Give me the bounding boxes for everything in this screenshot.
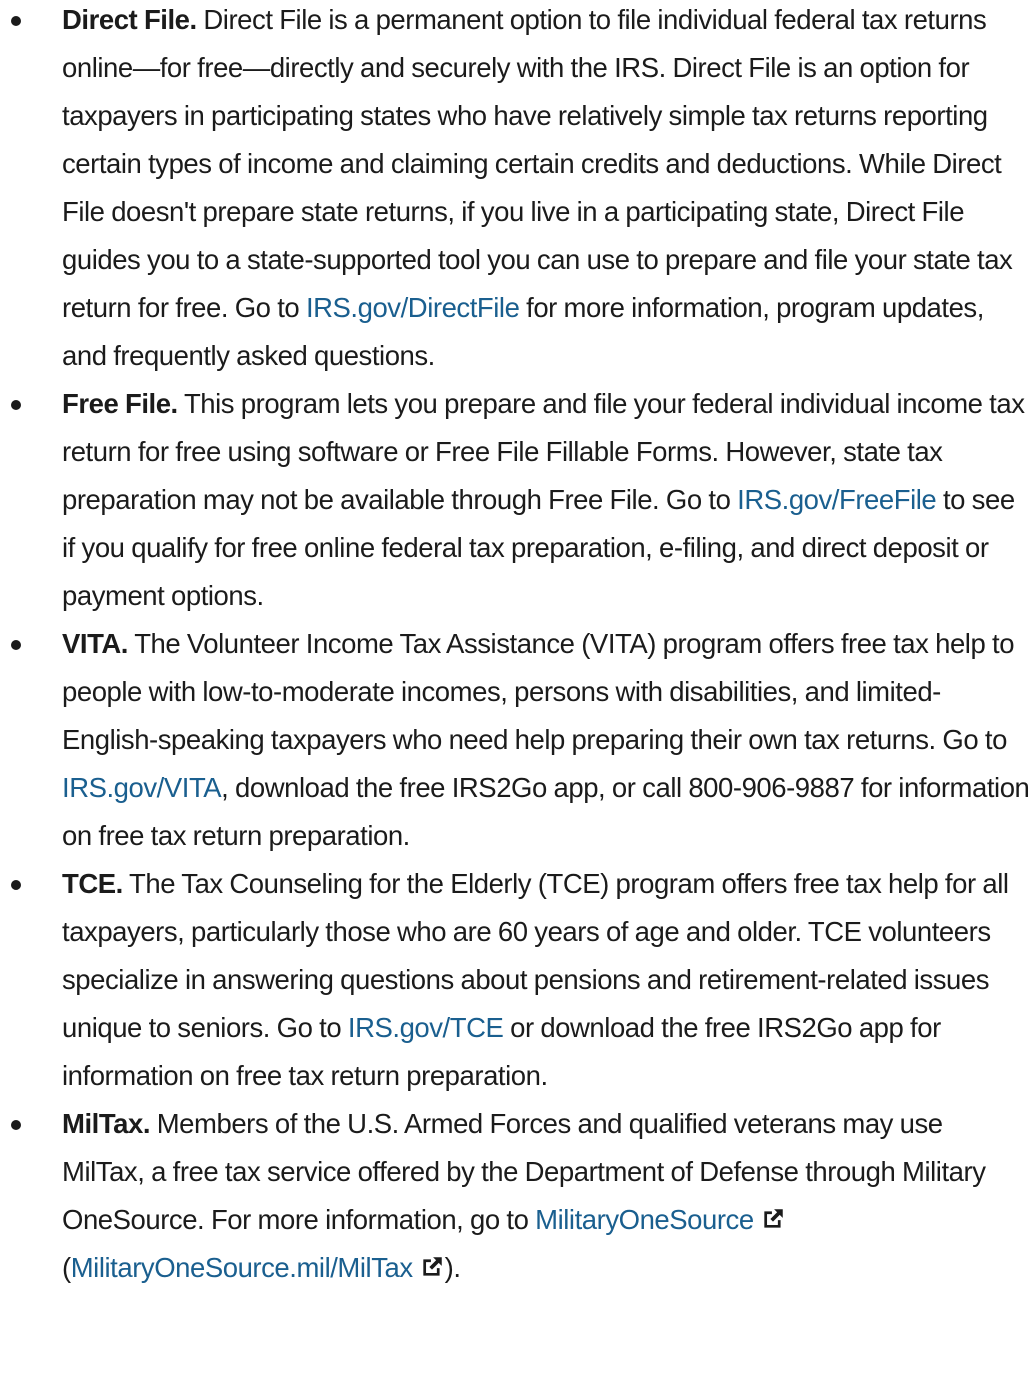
- link-irs-tce[interactable]: IRS.gov/TCE: [348, 1012, 504, 1043]
- link-irs-freefile[interactable]: IRS.gov/FreeFile: [737, 484, 937, 515]
- bullet: [11, 16, 21, 26]
- term-label: MilTax.: [62, 1108, 151, 1139]
- term-label: TCE.: [62, 868, 123, 899]
- free-tax-help-list: Direct File. Direct File is a permanent …: [0, 0, 1030, 1292]
- bullet: [11, 1120, 21, 1130]
- list-item-vita: VITA. The Volunteer Income Tax Assistanc…: [0, 620, 1030, 860]
- link-irs-vita[interactable]: IRS.gov/VITA: [62, 772, 222, 803]
- link-miltax[interactable]: MilitaryOneSource.mil/MilTax: [71, 1252, 413, 1283]
- term-label: VITA.: [62, 628, 128, 659]
- list-item-direct-file: Direct File. Direct File is a permanent …: [0, 0, 1030, 380]
- external-link-icon[interactable]: [419, 1254, 445, 1280]
- term-label: Direct File.: [62, 4, 197, 35]
- bullet: [11, 880, 21, 890]
- bullet: [11, 640, 21, 650]
- list-item-miltax: MilTax. Members of the U.S. Armed Forces…: [0, 1100, 1030, 1292]
- document-page: Direct File. Direct File is a permanent …: [0, 0, 1030, 1377]
- term-label: Free File.: [62, 388, 178, 419]
- item-text: Members of the U.S. Armed Forces and qua…: [62, 1108, 986, 1235]
- link-military-onesource[interactable]: MilitaryOneSource: [535, 1204, 754, 1235]
- list-item-tce: TCE. The Tax Counseling for the Elderly …: [0, 860, 1030, 1100]
- bullet: [11, 400, 21, 410]
- list-item-free-file: Free File. This program lets you prepare…: [0, 380, 1030, 620]
- item-text: The Volunteer Income Tax Assistance (VIT…: [62, 628, 1015, 755]
- link-irs-directfile[interactable]: IRS.gov/DirectFile: [306, 292, 520, 323]
- item-text: Direct File is a permanent option to fil…: [62, 4, 1013, 323]
- item-text: ).: [444, 1252, 461, 1283]
- item-text: (: [62, 1252, 71, 1283]
- external-link-icon[interactable]: [760, 1206, 786, 1232]
